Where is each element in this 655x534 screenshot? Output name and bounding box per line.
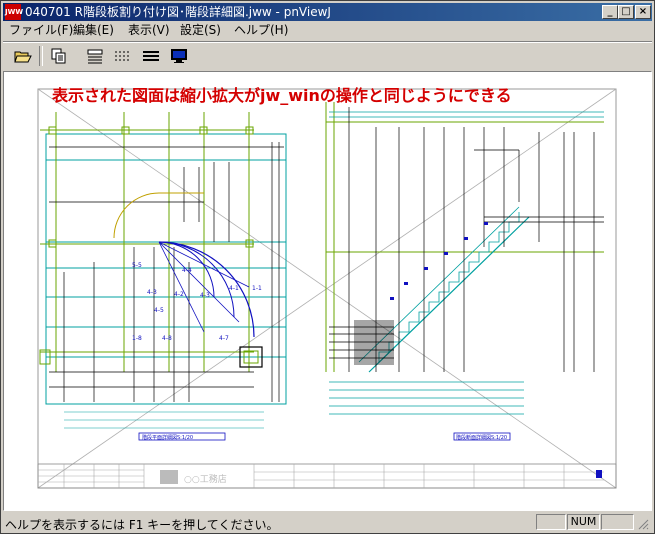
company-label: ○○工務店 <box>184 473 227 485</box>
plan-title: 階段平面詳細図S:1/20 <box>142 434 193 441</box>
minimize-button[interactable]: _ <box>602 5 618 19</box>
menu-edit[interactable]: 編集(E) <box>73 23 114 37</box>
monitor-button[interactable] <box>167 45 190 67</box>
svg-text:4-1: 4-1 <box>229 285 239 292</box>
status-panel-scrl <box>601 514 634 530</box>
open-icon <box>13 51 32 63</box>
menu-view[interactable]: 表示(V) <box>128 23 170 37</box>
close-button[interactable]: × <box>635 5 651 19</box>
svg-text:4-4: 4-4 <box>182 267 192 274</box>
title-bar[interactable]: JWW 040701 R階段板割り付け図･階段詳細図.jww - pnViewJ… <box>3 3 652 21</box>
layers-button[interactable] <box>83 45 106 67</box>
drawing-canvas[interactable]: ○○工務店 5-5 4-4 4-3 4-2 4-3 4-1 4-5 1-8 4-… <box>3 71 652 511</box>
menu-settings[interactable]: 設定(S) <box>180 23 221 37</box>
num-lock-indicator: NUM <box>567 514 600 530</box>
lines-button[interactable] <box>139 45 162 67</box>
svg-text:4-8: 4-8 <box>162 335 172 342</box>
dotted-lines-button[interactable] <box>111 45 134 67</box>
status-help-text: ヘルプを表示するには F1 キーを押してください。 <box>5 518 279 532</box>
open-button[interactable] <box>11 45 34 67</box>
svg-text:4-2: 4-2 <box>174 291 184 298</box>
menu-file[interactable]: ファイル(F) <box>9 23 73 37</box>
copy-icon <box>51 48 65 64</box>
toolbar-separator <box>39 46 43 66</box>
app-icon[interactable]: JWW <box>5 4 23 20</box>
svg-text:4-5: 4-5 <box>154 307 164 314</box>
menu-help[interactable]: ヘルプ(H) <box>234 23 288 37</box>
dotted-lines-icon <box>114 51 131 61</box>
svg-text:1-1: 1-1 <box>252 285 262 292</box>
monitor-icon <box>170 49 187 63</box>
cad-drawing[interactable]: ○○工務店 5-54-4 4-3 4-2 4-34-1 4-51-8 4-8 4… <box>4 72 651 510</box>
app-window: JWW 040701 R階段板割り付け図･階段詳細図.jww - pnViewJ… <box>0 0 655 534</box>
overlay-annotation: 表示された図面は縮小拡大がjw_winの操作と同じようにできる <box>52 86 512 105</box>
window-title: 040701 R階段板割り付け図･階段詳細図.jww - pnViewJ <box>25 5 331 19</box>
maximize-button[interactable]: □ <box>618 5 634 19</box>
layers-icon <box>87 49 102 64</box>
status-panel-empty <box>536 514 566 530</box>
svg-text:4-7: 4-7 <box>219 335 229 342</box>
svg-text:4-3: 4-3 <box>147 289 157 296</box>
svg-text:1-8: 1-8 <box>132 335 142 342</box>
status-bar: ヘルプを表示するには F1 キーを押してください。 NUM <box>3 513 652 533</box>
section-title: 階段断面詳細図S:1/20 <box>456 434 507 441</box>
svg-text:5-5: 5-5 <box>132 262 142 269</box>
menu-bar: ファイル(F) 編集(E) 表示(V) 設定(S) ヘルプ(H) <box>3 21 652 39</box>
resize-grip-icon[interactable] <box>637 518 649 530</box>
copy-button[interactable] <box>47 45 70 67</box>
toolbar <box>3 41 652 70</box>
lines-icon <box>142 51 159 61</box>
svg-text:4-3: 4-3 <box>200 292 210 299</box>
